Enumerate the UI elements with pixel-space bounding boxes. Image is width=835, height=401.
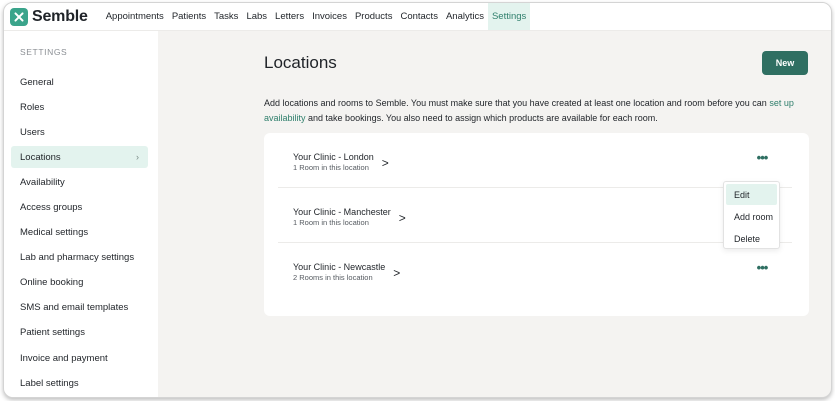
sidebar-list: General Roles Users Locations › Availabi… [11,71,148,397]
sidebar-item-label: Availability [20,176,65,188]
nav-patients[interactable]: Patients [168,3,210,30]
location-name: Your Clinic - Manchester [293,207,391,217]
description-text: Add locations and rooms to Semble. You m… [264,98,770,108]
top-navigation-bar: Semble Appointments Patients Tasks Labs … [4,3,831,31]
sidebar-item-roles[interactable]: Roles [11,96,148,118]
location-room-count: 2 Rooms in this location [293,273,373,282]
chevron-right-icon: > [393,266,401,280]
sidebar-item-label-settings[interactable]: Label settings [11,372,148,394]
nav-contacts[interactable]: Contacts [396,3,442,30]
sidebar-item-label: Label settings [20,377,79,389]
sidebar-item-invoice-payment[interactable]: Invoice and payment [11,347,148,369]
description-text-end: and take bookings. You also need to assi… [305,113,658,123]
location-row: Your Clinic - Newcastle 2 Rooms in this … [278,243,792,298]
nav-labs[interactable]: Labs [242,3,271,30]
location-name: Your Clinic - London [293,152,374,162]
nav-letters[interactable]: Letters [271,3,308,30]
sidebar-item-label: General [20,76,54,88]
page-title: Locations [264,53,337,72]
chevron-right-icon: > [398,211,406,225]
main-nav: Appointments Patients Tasks Labs Letters… [102,3,531,30]
sidebar-heading: SETTINGS [20,47,68,57]
sidebar-item-label: Online booking [20,277,84,289]
page-description: Add locations and rooms to Semble. You m… [264,96,824,126]
sidebar-item-medical-settings[interactable]: Medical settings [11,222,148,244]
sidebar-item-label: Roles [20,101,45,113]
location-row: Your Clinic - Manchester 1 Room in this … [278,188,792,243]
sidebar-item-lab-pharmacy[interactable]: Lab and pharmacy settings [11,247,148,269]
nav-tasks[interactable]: Tasks [210,3,242,30]
sidebar-item-label: Locations [20,151,61,163]
location-room-count: 1 Room in this location [293,163,369,172]
nav-settings[interactable]: Settings [487,3,531,30]
sidebar-item-patient-settings[interactable]: Patient settings [11,322,148,344]
sidebar-item-label: Lab and pharmacy settings [20,252,135,264]
menu-item-add-room[interactable]: Add room [726,206,777,227]
nav-appointments[interactable]: Appointments [102,3,168,30]
nav-analytics[interactable]: Analytics [442,3,488,30]
menu-item-edit[interactable]: Edit [726,184,777,205]
sidebar-item-label: Patient settings [20,327,85,339]
sidebar-item-users[interactable]: Users [11,121,148,143]
sidebar-item-sms-email-templates[interactable]: SMS and email templates [11,297,148,319]
location-options-menu: Edit Add room Delete [723,181,780,249]
brand-logo[interactable]: Semble [10,7,88,26]
sidebar-item-general[interactable]: General [11,71,148,93]
app-window: Semble Appointments Patients Tasks Labs … [3,2,832,398]
sidebar-item-label: Invoice and payment [20,352,108,364]
sidebar-item-online-booking[interactable]: Online booking [11,272,148,294]
location-room-count: 1 Room in this location [293,218,369,227]
sidebar-item-label: Access groups [20,201,83,213]
main-content: Locations New Add locations and rooms to… [158,31,831,397]
more-options-button[interactable]: ••• [750,151,774,167]
chevron-right-icon: > [381,156,389,170]
sidebar-item-label: Users [20,126,45,138]
brand-name: Semble [32,7,88,25]
sidebar-item-locations[interactable]: Locations › [11,146,148,169]
location-link-newcastle[interactable]: Your Clinic - Newcastle 2 Rooms in this … [293,261,400,283]
location-row: Your Clinic - London 1 Room in this loca… [278,133,792,188]
location-link-manchester[interactable]: Your Clinic - Manchester 1 Room in this … [293,206,406,228]
nav-products[interactable]: Products [351,3,397,30]
settings-sidebar: SETTINGS General Roles Users Locations ›… [4,31,158,397]
chevron-right-icon: › [136,152,139,163]
sidebar-item-access-groups[interactable]: Access groups [11,196,148,218]
sidebar-item-label: SMS and email templates [20,302,129,314]
sidebar-item-availability[interactable]: Availability [11,171,148,193]
location-name: Your Clinic - Newcastle [293,262,386,272]
nav-invoices[interactable]: Invoices [308,3,351,30]
new-location-button[interactable]: New [762,51,808,75]
semble-logo-icon [10,7,28,26]
location-link-london[interactable]: Your Clinic - London 1 Room in this loca… [293,151,389,173]
menu-item-delete[interactable]: Delete [726,228,777,249]
more-options-button[interactable]: ••• [750,261,774,277]
sidebar-item-label: Medical settings [20,227,89,239]
